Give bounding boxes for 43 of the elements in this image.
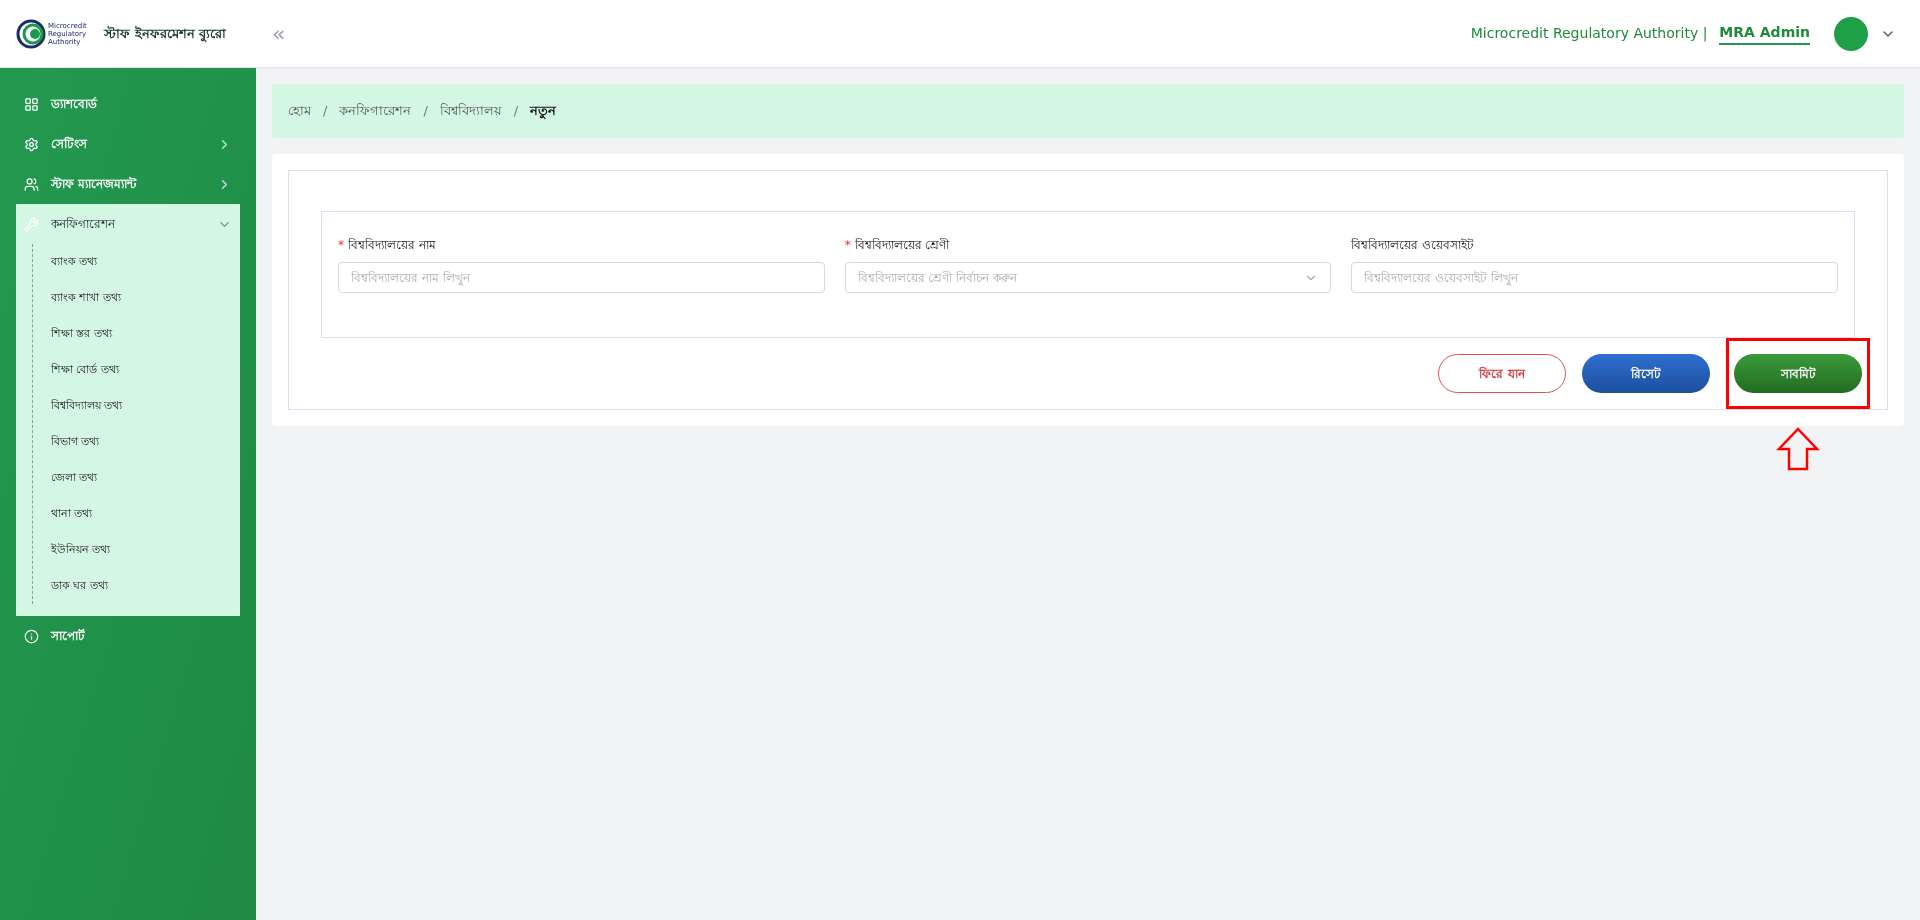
back-button[interactable]: ফিরে যান [1438, 354, 1566, 393]
user-avatar[interactable] [1834, 16, 1868, 51]
submenu-item[interactable]: ডাক ঘর তথ্য [33, 568, 240, 604]
up-arrow-icon [1776, 427, 1820, 471]
sidebar-item[interactable]: সেটিংস [16, 124, 240, 164]
input-field[interactable]: বিশ্ববিদ্যালয়ের ওয়েবসাইট লিখুন [1351, 262, 1838, 293]
submenu-item[interactable]: শিক্ষা স্তর তথ্য [33, 316, 240, 352]
breadcrumb-separator: / [323, 102, 328, 121]
breadcrumb-separator: / [423, 102, 428, 121]
reset-button[interactable]: রিসেট [1582, 354, 1710, 393]
submenu-item[interactable]: বিভাগ তথ্য [33, 424, 240, 460]
required-asterisk-icon: * [338, 236, 344, 254]
logo-icon [16, 18, 46, 49]
submit-button[interactable]: সাবমিট [1734, 354, 1862, 393]
submenu-item[interactable]: থানা তথ্য [33, 496, 240, 532]
user-name-link[interactable]: MRA Admin [1719, 22, 1810, 45]
breadcrumb-current: নতুন [530, 102, 557, 121]
settings-icon [24, 136, 39, 152]
breadcrumb-link[interactable]: কনফিগারেশন [339, 101, 412, 121]
organization-name: Microcredit Regulatory Authority | [1470, 24, 1708, 44]
app-title: স্টাফ ইনফরমেশন ব্যুরো [104, 24, 227, 44]
field-label: বিশ্ববিদ্যালয়ের শ্রেণী [854, 237, 950, 254]
sidebar-item[interactable]: স্টাফ ম্যানেজম্যান্ট [16, 164, 240, 204]
sidebar-item[interactable]: সাপোর্ট [16, 616, 240, 656]
sidebar-item[interactable]: ড্যাশবোর্ড [16, 84, 240, 124]
submenu-item[interactable]: জেলা তথ্য [33, 460, 240, 496]
breadcrumb-separator: / [513, 102, 519, 121]
sidebar-item[interactable]: কনফিগারেশন [16, 204, 240, 244]
breadcrumb-link[interactable]: বিশ্ববিদ্যালয় [439, 101, 502, 121]
staff-icon [24, 176, 39, 192]
submenu-item[interactable]: ব্যাংক তথ্য [33, 244, 240, 280]
config-icon [24, 216, 39, 232]
input-field[interactable]: বিশ্ববিদ্যালয়ের নাম লিখুন [338, 262, 825, 293]
field-label: বিশ্ববিদ্যালয়ের নাম [348, 237, 436, 254]
submenu-item[interactable]: ইউনিয়ন তথ্য [33, 532, 240, 568]
submenu-item[interactable]: ব্যাংক শাখা তথ্য [33, 280, 240, 316]
field-label: বিশ্ববিদ্যালয়ের ওয়েবসাইট [1351, 237, 1475, 254]
submenu-item[interactable]: বিশ্ববিদ্যালয় তথ্য [33, 388, 240, 424]
support-icon [24, 628, 39, 644]
submenu-item[interactable]: শিক্ষা বোর্ড তথ্য [33, 352, 240, 388]
dashboard-icon [24, 96, 39, 112]
breadcrumb-link[interactable]: হোম [288, 101, 311, 121]
required-asterisk-icon: * [844, 236, 851, 254]
